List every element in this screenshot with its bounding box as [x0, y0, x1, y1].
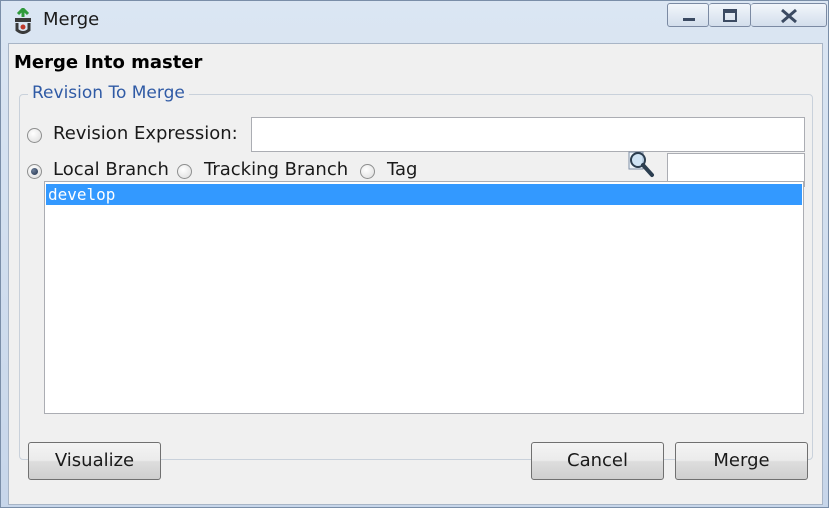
visualize-button[interactable]: Visualize	[28, 442, 161, 480]
local-branch-radio[interactable]	[27, 164, 42, 179]
close-button[interactable]	[751, 3, 827, 27]
revision-expression-radio[interactable]	[27, 128, 42, 143]
maximize-icon	[723, 9, 737, 22]
window-title: Merge	[43, 9, 100, 30]
close-icon	[781, 8, 797, 24]
tracking-branch-label: Tracking Branch	[204, 159, 349, 180]
maximize-button[interactable]	[709, 3, 751, 27]
local-branch-label: Local Branch	[53, 159, 169, 180]
revision-group-legend: Revision To Merge	[28, 83, 189, 103]
merge-button[interactable]: Merge	[675, 442, 808, 480]
branch-list[interactable]: develop	[44, 181, 804, 414]
magnifier-icon[interactable]	[626, 149, 656, 179]
revision-expression-label: Revision Expression:	[53, 123, 238, 144]
list-item[interactable]: develop	[46, 184, 802, 205]
title-bar[interactable]: Merge	[1, 1, 828, 41]
merge-window: Merge Merge Into master Revision To Merg…	[0, 0, 829, 508]
dialog-heading: Merge Into master	[14, 52, 203, 73]
cancel-button[interactable]: Cancel	[531, 442, 664, 480]
minimize-button[interactable]	[667, 3, 709, 27]
minimize-icon	[683, 18, 695, 21]
tag-radio[interactable]	[360, 164, 375, 179]
tag-label: Tag	[387, 159, 418, 180]
tracking-branch-radio[interactable]	[177, 164, 192, 179]
dialog-body: Merge Into master Revision To Merge Revi…	[8, 43, 823, 505]
merge-app-icon	[12, 6, 34, 34]
revision-expression-input[interactable]	[251, 117, 805, 152]
